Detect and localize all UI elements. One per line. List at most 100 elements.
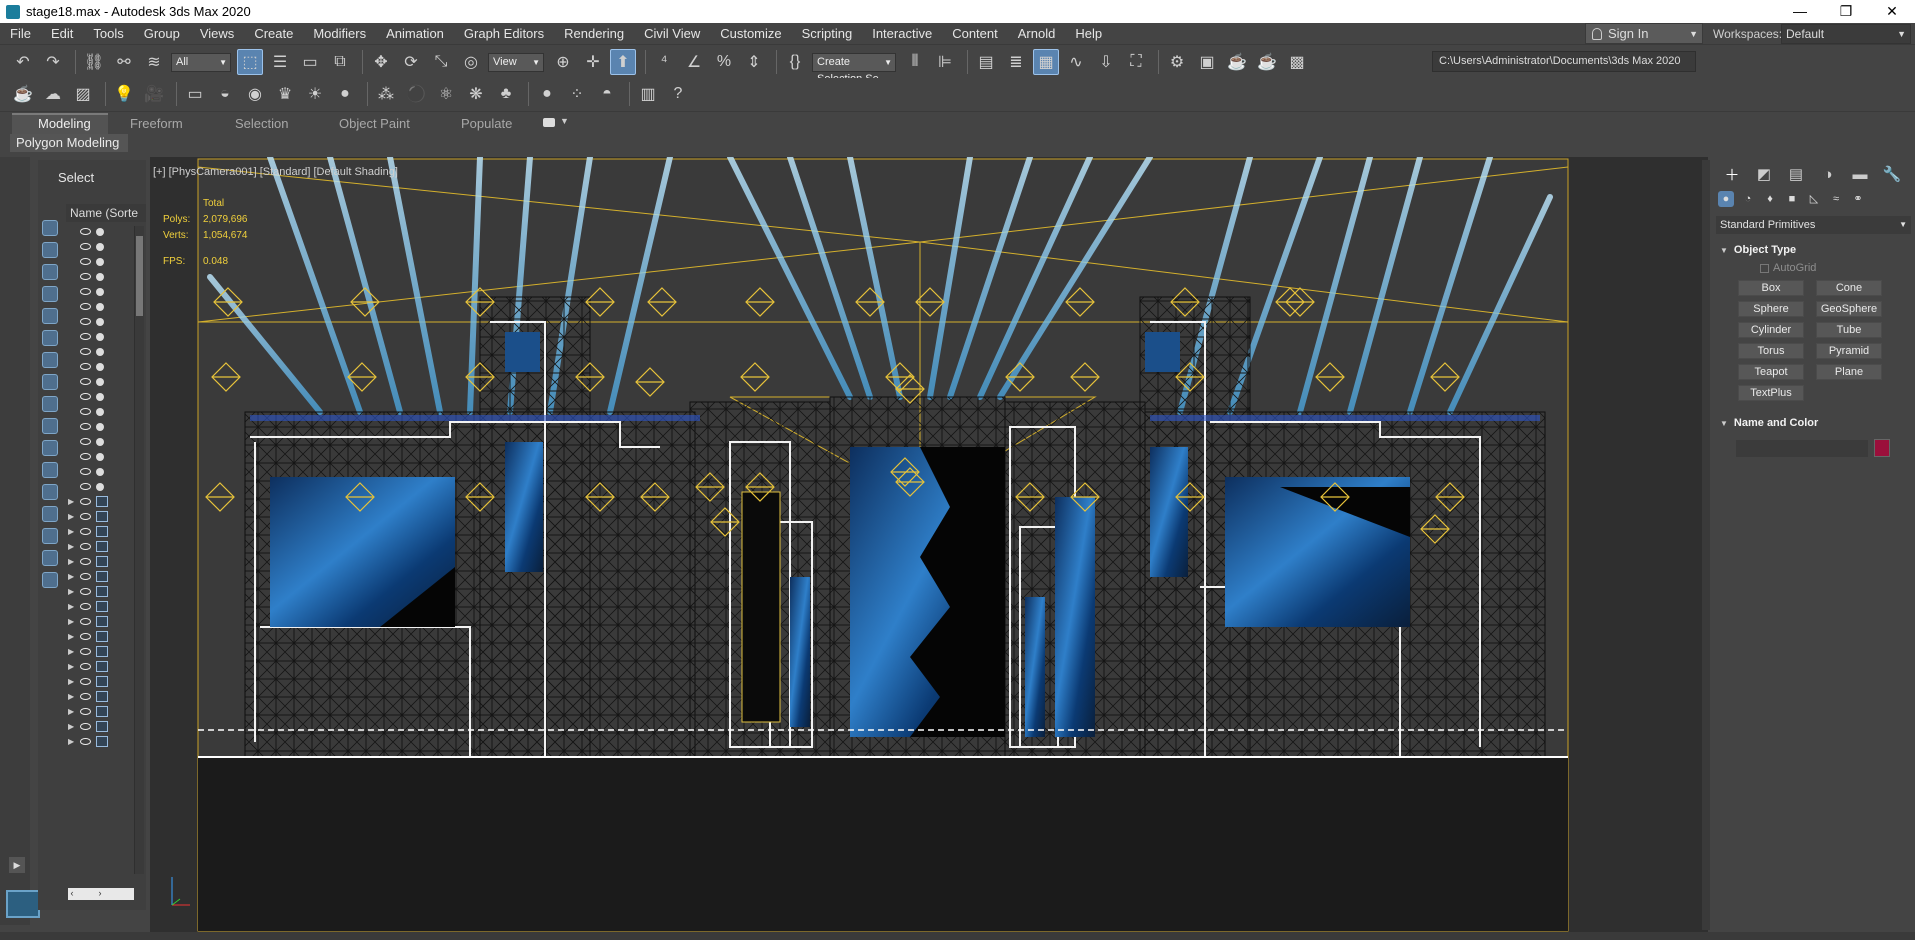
- display-none-icon[interactable]: [42, 506, 58, 522]
- tab-freeform[interactable]: Freeform: [130, 116, 183, 131]
- hierarchy-tab-icon[interactable]: ▤: [1784, 163, 1808, 185]
- geometry-icon[interactable]: ●: [1718, 191, 1734, 207]
- particles-icon[interactable]: ⚫: [403, 81, 429, 107]
- lights-icon[interactable]: ♦: [1762, 191, 1778, 207]
- schematic-view-icon[interactable]: ⇩: [1093, 49, 1119, 75]
- plant-icon[interactable]: ♣: [493, 81, 519, 107]
- display-all-icon[interactable]: [42, 484, 58, 500]
- bind-space-warp-icon[interactable]: ≋: [141, 49, 167, 75]
- visibility-eye-icon[interactable]: [80, 393, 91, 400]
- viewport-label[interactable]: [+] [PhysCamera001] [Standard] [Default …: [153, 166, 398, 178]
- display-lights-icon[interactable]: [42, 264, 58, 280]
- spinner-snap-icon[interactable]: ⇕: [741, 49, 767, 75]
- material-ball-icon[interactable]: ●: [534, 81, 560, 107]
- list-item[interactable]: [68, 329, 134, 344]
- visibility-eye-icon[interactable]: [80, 438, 91, 445]
- expand-arrow-icon[interactable]: ▶: [68, 527, 76, 536]
- mirror-icon[interactable]: ⫴: [902, 49, 928, 75]
- scrollbar-thumb[interactable]: [136, 236, 143, 316]
- menu-create[interactable]: Create: [244, 26, 303, 41]
- expand-arrow-icon[interactable]: ▶: [68, 512, 76, 521]
- list-item[interactable]: ▶: [68, 569, 134, 584]
- shapes-icon[interactable]: ◔: [1740, 191, 1756, 207]
- move-icon[interactable]: ✥: [368, 49, 394, 75]
- expand-arrow-icon[interactable]: ▶: [68, 497, 76, 506]
- plane-light-icon[interactable]: ▭: [182, 81, 208, 107]
- menu-views[interactable]: Views: [190, 26, 244, 41]
- filter-icon[interactable]: [42, 550, 58, 566]
- display-bones-icon[interactable]: [42, 396, 58, 412]
- expand-arrow-icon[interactable]: ▶: [68, 662, 76, 671]
- list-item[interactable]: ▶: [68, 494, 134, 509]
- select-object-icon[interactable]: ⬚: [237, 49, 263, 75]
- object-name-field[interactable]: [1736, 439, 1868, 457]
- list-item[interactable]: [68, 449, 134, 464]
- expand-arrow-icon[interactable]: ▶: [68, 632, 76, 641]
- select-by-name-icon[interactable]: ☰: [267, 49, 293, 75]
- undo-icon[interactable]: ↶: [10, 49, 36, 75]
- visibility-eye-icon[interactable]: [80, 498, 91, 505]
- pivot-center-icon[interactable]: ⊕: [550, 49, 576, 75]
- list-item[interactable]: ▶: [68, 554, 134, 569]
- menu-arnold[interactable]: Arnold: [1008, 26, 1066, 41]
- list-item[interactable]: ▶: [68, 719, 134, 734]
- curve-editor-icon[interactable]: ∿: [1063, 49, 1089, 75]
- skydome-icon[interactable]: ●: [332, 81, 358, 107]
- redo-icon[interactable]: ↷: [40, 49, 66, 75]
- visibility-eye-icon[interactable]: [80, 483, 91, 490]
- vertical-scrollbar[interactable]: [134, 226, 144, 874]
- polygon-modeling-panel[interactable]: Polygon Modeling: [10, 134, 128, 152]
- list-item[interactable]: [68, 479, 134, 494]
- ribbon-toggle-icon[interactable]: [543, 118, 555, 127]
- menu-animation[interactable]: Animation: [376, 26, 454, 41]
- expand-arrow-icon[interactable]: ▶: [68, 617, 76, 626]
- expand-arrow-icon[interactable]: ▶: [68, 737, 76, 746]
- horizontal-scrollbar[interactable]: ‹ ›: [68, 888, 134, 900]
- menu-help[interactable]: Help: [1065, 26, 1112, 41]
- visibility-eye-icon[interactable]: [80, 513, 91, 520]
- visibility-eye-icon[interactable]: [80, 258, 91, 265]
- menu-content[interactable]: Content: [942, 26, 1008, 41]
- multi-material-icon[interactable]: ⁘: [564, 81, 590, 107]
- teapot-button[interactable]: Teapot: [1738, 364, 1804, 380]
- visibility-eye-icon[interactable]: [80, 588, 91, 595]
- visibility-eye-icon[interactable]: [80, 288, 91, 295]
- keyboard-shortcut-override-icon[interactable]: ⬆: [610, 49, 636, 75]
- expand-arrow-icon[interactable]: ▶: [9, 857, 25, 873]
- edit-named-selection-icon[interactable]: {}: [782, 49, 808, 75]
- shader-icon[interactable]: ❋: [463, 81, 489, 107]
- sphere-button[interactable]: Sphere: [1738, 301, 1804, 317]
- rendered-frame-window-icon[interactable]: ▣: [1194, 49, 1220, 75]
- list-item[interactable]: [68, 419, 134, 434]
- space-warps-icon[interactable]: ≈: [1828, 191, 1844, 207]
- visibility-eye-icon[interactable]: [80, 333, 91, 340]
- list-item[interactable]: ▶: [68, 539, 134, 554]
- menu-file[interactable]: File: [0, 26, 41, 41]
- list-item[interactable]: ▶: [68, 704, 134, 719]
- volume-icon[interactable]: ⁂: [373, 81, 399, 107]
- expand-arrow-icon[interactable]: ▶: [68, 677, 76, 686]
- viewport[interactable]: [150, 157, 1708, 932]
- textplus-button[interactable]: TextPlus: [1738, 385, 1804, 401]
- visibility-eye-icon[interactable]: [80, 528, 91, 535]
- visibility-eye-icon[interactable]: [80, 228, 91, 235]
- expand-arrow-icon[interactable]: ▶: [68, 557, 76, 566]
- list-item[interactable]: [68, 254, 134, 269]
- visibility-eye-icon[interactable]: [80, 693, 91, 700]
- display-xrefs-icon[interactable]: [42, 374, 58, 390]
- image-icon[interactable]: ▨: [70, 81, 96, 107]
- modify-tab-icon[interactable]: ◩: [1752, 163, 1776, 185]
- project-path-field[interactable]: C:\Users\Administrator\Documents\3ds Max…: [1432, 51, 1696, 72]
- visibility-eye-icon[interactable]: [80, 453, 91, 460]
- menu-tools[interactable]: Tools: [83, 26, 133, 41]
- place-icon[interactable]: ◎: [458, 49, 484, 75]
- menu-customize[interactable]: Customize: [710, 26, 791, 41]
- menu-rendering[interactable]: Rendering: [554, 26, 634, 41]
- visibility-eye-icon[interactable]: [80, 738, 91, 745]
- list-item[interactable]: [68, 434, 134, 449]
- list-item[interactable]: ▶: [68, 689, 134, 704]
- geosphere-button[interactable]: GeoSphere: [1816, 301, 1882, 317]
- snaps-toggle-icon[interactable]: ⁴: [651, 49, 677, 75]
- plane-button[interactable]: Plane: [1816, 364, 1882, 380]
- expand-arrow-icon[interactable]: ▶: [68, 587, 76, 596]
